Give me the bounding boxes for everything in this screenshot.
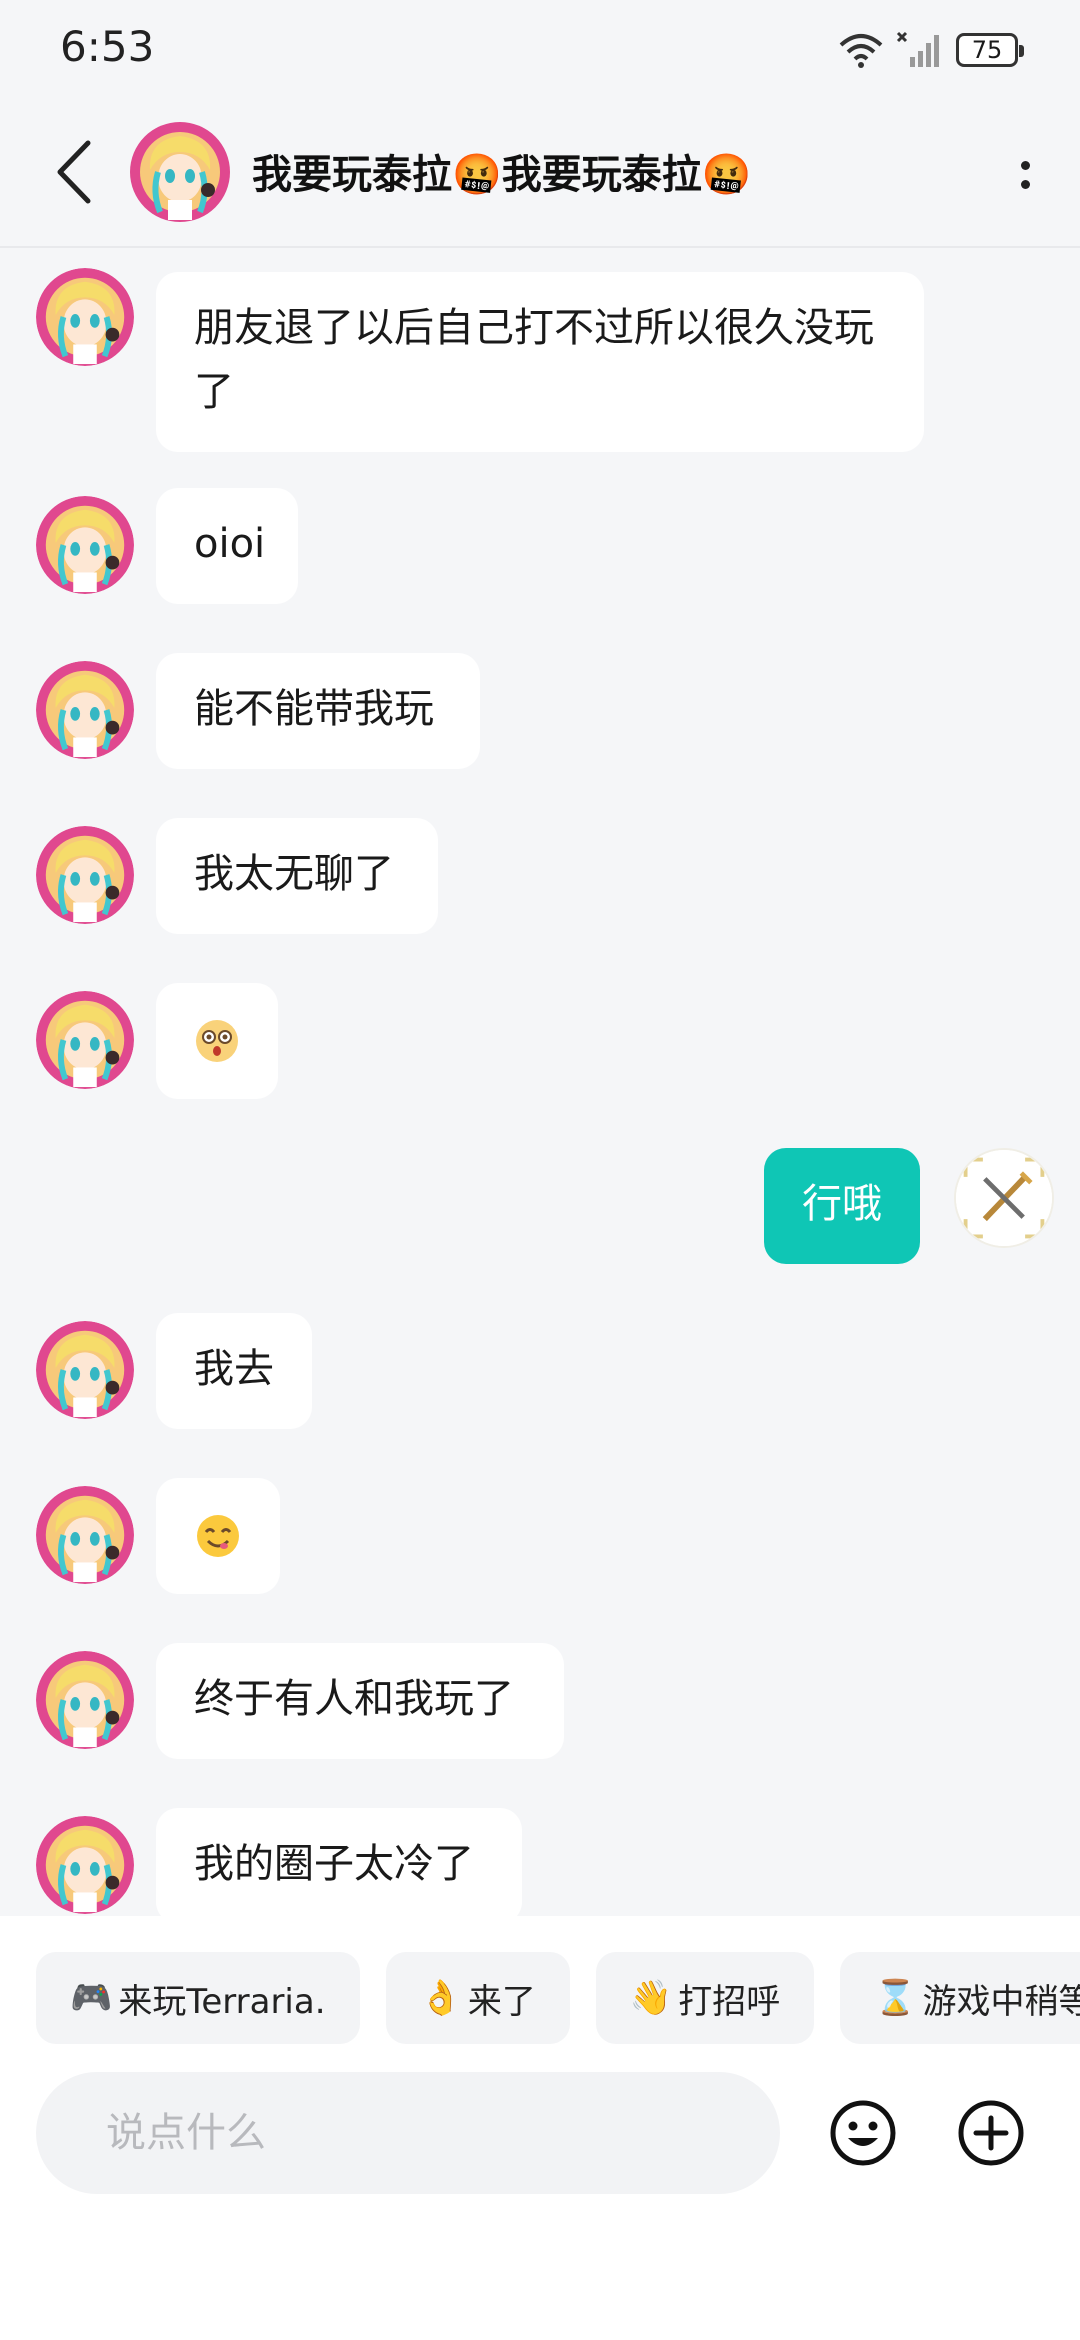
sender-avatar[interactable]	[36, 1321, 134, 1419]
message-list[interactable]: 朋友退了以后自己打不过所以很久没玩了 oioi 能不能带我玩 我太无聊了 行哦	[0, 248, 1080, 1916]
my-avatar[interactable]	[954, 1148, 1054, 1248]
ok-hand-icon: 👌	[419, 1978, 462, 2018]
smiling-face-emoji-icon	[197, 1515, 239, 1557]
message-input[interactable]	[36, 2072, 780, 2194]
chevron-left-icon	[57, 140, 91, 204]
contact-avatar[interactable]	[130, 122, 230, 222]
sender-avatar[interactable]	[36, 1651, 134, 1749]
quick-reply-chip[interactable]: ⌛ 游戏中稍等	[840, 1952, 1080, 2044]
back-button[interactable]	[44, 134, 104, 210]
quick-reply-chip[interactable]: 👋 打招呼	[595, 1952, 815, 2044]
status-bar: 6:53 75	[0, 0, 1080, 100]
plus-circle-icon	[958, 2100, 1024, 2166]
quick-reply-row[interactable]: 🎮 来玩Terraria. 👌 来了 👋 打招呼 ⌛ 游戏中稍等	[36, 1952, 1080, 2044]
message-bubble[interactable]: 能不能带我玩	[156, 653, 480, 769]
message-bubble-sent[interactable]: 行哦	[764, 1148, 920, 1264]
sender-avatar[interactable]	[36, 496, 134, 594]
message-bubble[interactable]: 朋友退了以后自己打不过所以很久没玩了	[156, 272, 924, 452]
sender-avatar[interactable]	[36, 268, 134, 366]
signal-icon	[896, 31, 939, 67]
chat-header: 我要玩泰拉🤬我要玩泰拉🤬	[0, 100, 1080, 248]
message-input-wrapper	[36, 2072, 780, 2194]
status-icons: 75	[838, 28, 1024, 72]
battery-indicator: 75	[956, 33, 1024, 67]
more-options-button[interactable]	[1000, 140, 1050, 210]
waving-hand-icon: 👋	[629, 1978, 673, 2018]
message-bubble[interactable]: 我太无聊了	[156, 818, 438, 934]
status-time: 6:53	[60, 22, 155, 71]
add-button[interactable]	[956, 2098, 1026, 2168]
sender-avatar[interactable]	[36, 991, 134, 1089]
quick-reply-chip[interactable]: 🎮 来玩Terraria.	[36, 1952, 360, 2044]
message-bubble[interactable]: 我去	[156, 1313, 312, 1429]
message-bubble[interactable]: 终于有人和我玩了	[156, 1643, 564, 1759]
sender-avatar[interactable]	[36, 661, 134, 759]
sender-avatar[interactable]	[36, 1816, 134, 1914]
hourglass-icon: ⌛	[874, 1978, 917, 2018]
message-bubble[interactable]	[156, 983, 278, 1099]
composer-area: 🎮 来玩Terraria. 👌 来了 👋 打招呼 ⌛ 游戏中稍等	[0, 1916, 1080, 2340]
emoji-button[interactable]	[828, 2098, 898, 2168]
wifi-icon	[839, 34, 883, 68]
dizzy-face-emoji-icon	[196, 1020, 238, 1062]
quick-reply-chip[interactable]: 👌 来了	[385, 1952, 570, 2044]
message-bubble[interactable]: 我的圈子太冷了	[156, 1808, 522, 1916]
sender-avatar[interactable]	[36, 1486, 134, 1584]
game-controller-icon: 🎮	[70, 1978, 113, 2018]
sender-avatar[interactable]	[36, 826, 134, 924]
message-bubble[interactable]	[156, 1478, 280, 1594]
smiley-icon	[830, 2100, 896, 2166]
chat-title: 我要玩泰拉🤬我要玩泰拉🤬	[252, 152, 752, 198]
message-bubble[interactable]: oioi	[156, 488, 298, 604]
